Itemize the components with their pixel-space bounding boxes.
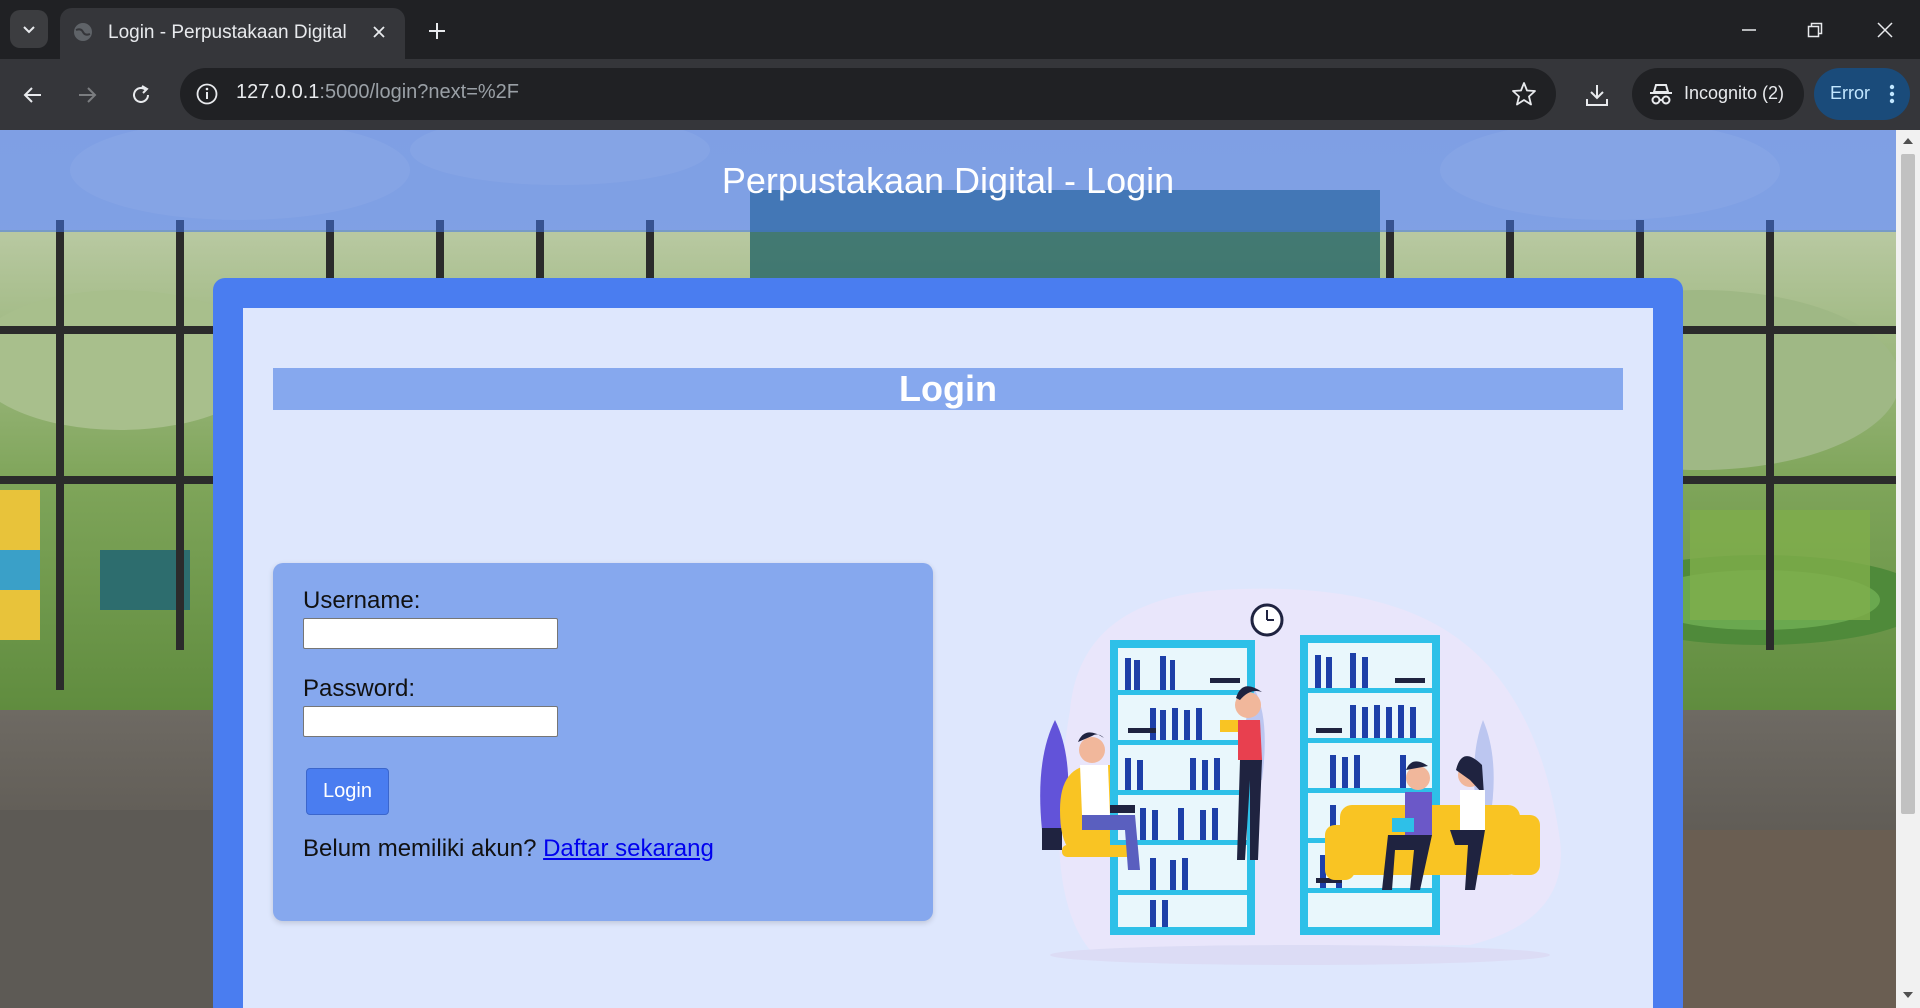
chevron-down-icon [23, 26, 35, 34]
download-button[interactable] [1578, 76, 1616, 114]
username-field[interactable] [303, 618, 558, 649]
bookshelf-left [1110, 640, 1255, 935]
forward-arrow-icon [79, 87, 97, 103]
url-path: :5000/login?next=%2F [319, 81, 520, 103]
scroll-down-arrow-icon[interactable] [1902, 990, 1914, 1000]
window-close-button[interactable] [1860, 8, 1910, 52]
incognito-indicator[interactable]: Incognito (2) [1632, 68, 1804, 120]
new-tab-button[interactable] [420, 14, 454, 48]
page-viewport: Perpustakaan Digital - Login Login Usern… [0, 130, 1920, 1008]
browser-toolbar: 127.0.0.1:5000/login?next=%2F Incognito … [0, 59, 1920, 130]
tab-search-button[interactable] [10, 10, 48, 48]
page-header: Perpustakaan Digital - Login [0, 130, 1896, 232]
site-info-icon[interactable] [194, 81, 220, 107]
library-illustration [1000, 560, 1600, 980]
close-icon [373, 26, 385, 38]
window-close-icon [1877, 22, 1893, 38]
incognito-label: Incognito (2) [1684, 83, 1785, 103]
profile-error-button[interactable]: Error [1814, 68, 1910, 120]
error-label: Error [1830, 83, 1870, 103]
register-link[interactable]: Daftar sekarang [543, 835, 714, 862]
incognito-icon [1650, 84, 1672, 105]
tab-strip: Login - Perpustakaan Digital [0, 0, 1920, 59]
kebab-menu-icon[interactable] [1884, 82, 1900, 106]
restore-icon [1807, 22, 1823, 38]
tab-close-button[interactable] [367, 20, 391, 44]
minimize-icon [1742, 29, 1756, 31]
login-heading: Login [899, 368, 997, 409]
plus-icon [429, 23, 445, 39]
minimize-button[interactable] [1724, 8, 1774, 52]
back-button[interactable] [14, 76, 52, 114]
star-icon[interactable] [1510, 80, 1538, 108]
tab-title: Login - Perpustakaan Digital [108, 22, 347, 43]
login-heading-bar: Login [273, 368, 1623, 410]
url-host: 127.0.0.1 [236, 81, 320, 103]
forward-button[interactable] [68, 76, 106, 114]
scroll-up-arrow-icon[interactable] [1902, 136, 1914, 146]
username-label: Username: [303, 587, 421, 614]
password-field[interactable] [303, 706, 558, 737]
url-text[interactable]: 127.0.0.1:5000/login?next=%2F [236, 81, 519, 104]
globe-icon [74, 23, 92, 41]
address-bar[interactable]: 127.0.0.1:5000/login?next=%2F [180, 68, 1556, 120]
login-form: Username: Password: Login Belum memiliki… [273, 563, 933, 921]
register-prompt: Belum memiliki akun? Daftar sekarang [303, 835, 714, 863]
restore-button[interactable] [1790, 8, 1840, 52]
download-icon [1586, 85, 1608, 106]
reload-button[interactable] [122, 76, 160, 114]
page-title: Perpustakaan Digital - Login [721, 160, 1175, 201]
page-scrollbar[interactable] [1896, 130, 1920, 1008]
browser-tab[interactable]: Login - Perpustakaan Digital [60, 8, 405, 59]
back-arrow-icon [23, 87, 41, 103]
clock-illustration [1250, 603, 1284, 637]
password-label: Password: [303, 675, 416, 702]
reload-icon [133, 85, 149, 103]
login-button[interactable]: Login [306, 768, 389, 815]
scrollbar-thumb[interactable] [1901, 154, 1915, 814]
register-prompt-text: Belum memiliki akun? [303, 835, 537, 862]
